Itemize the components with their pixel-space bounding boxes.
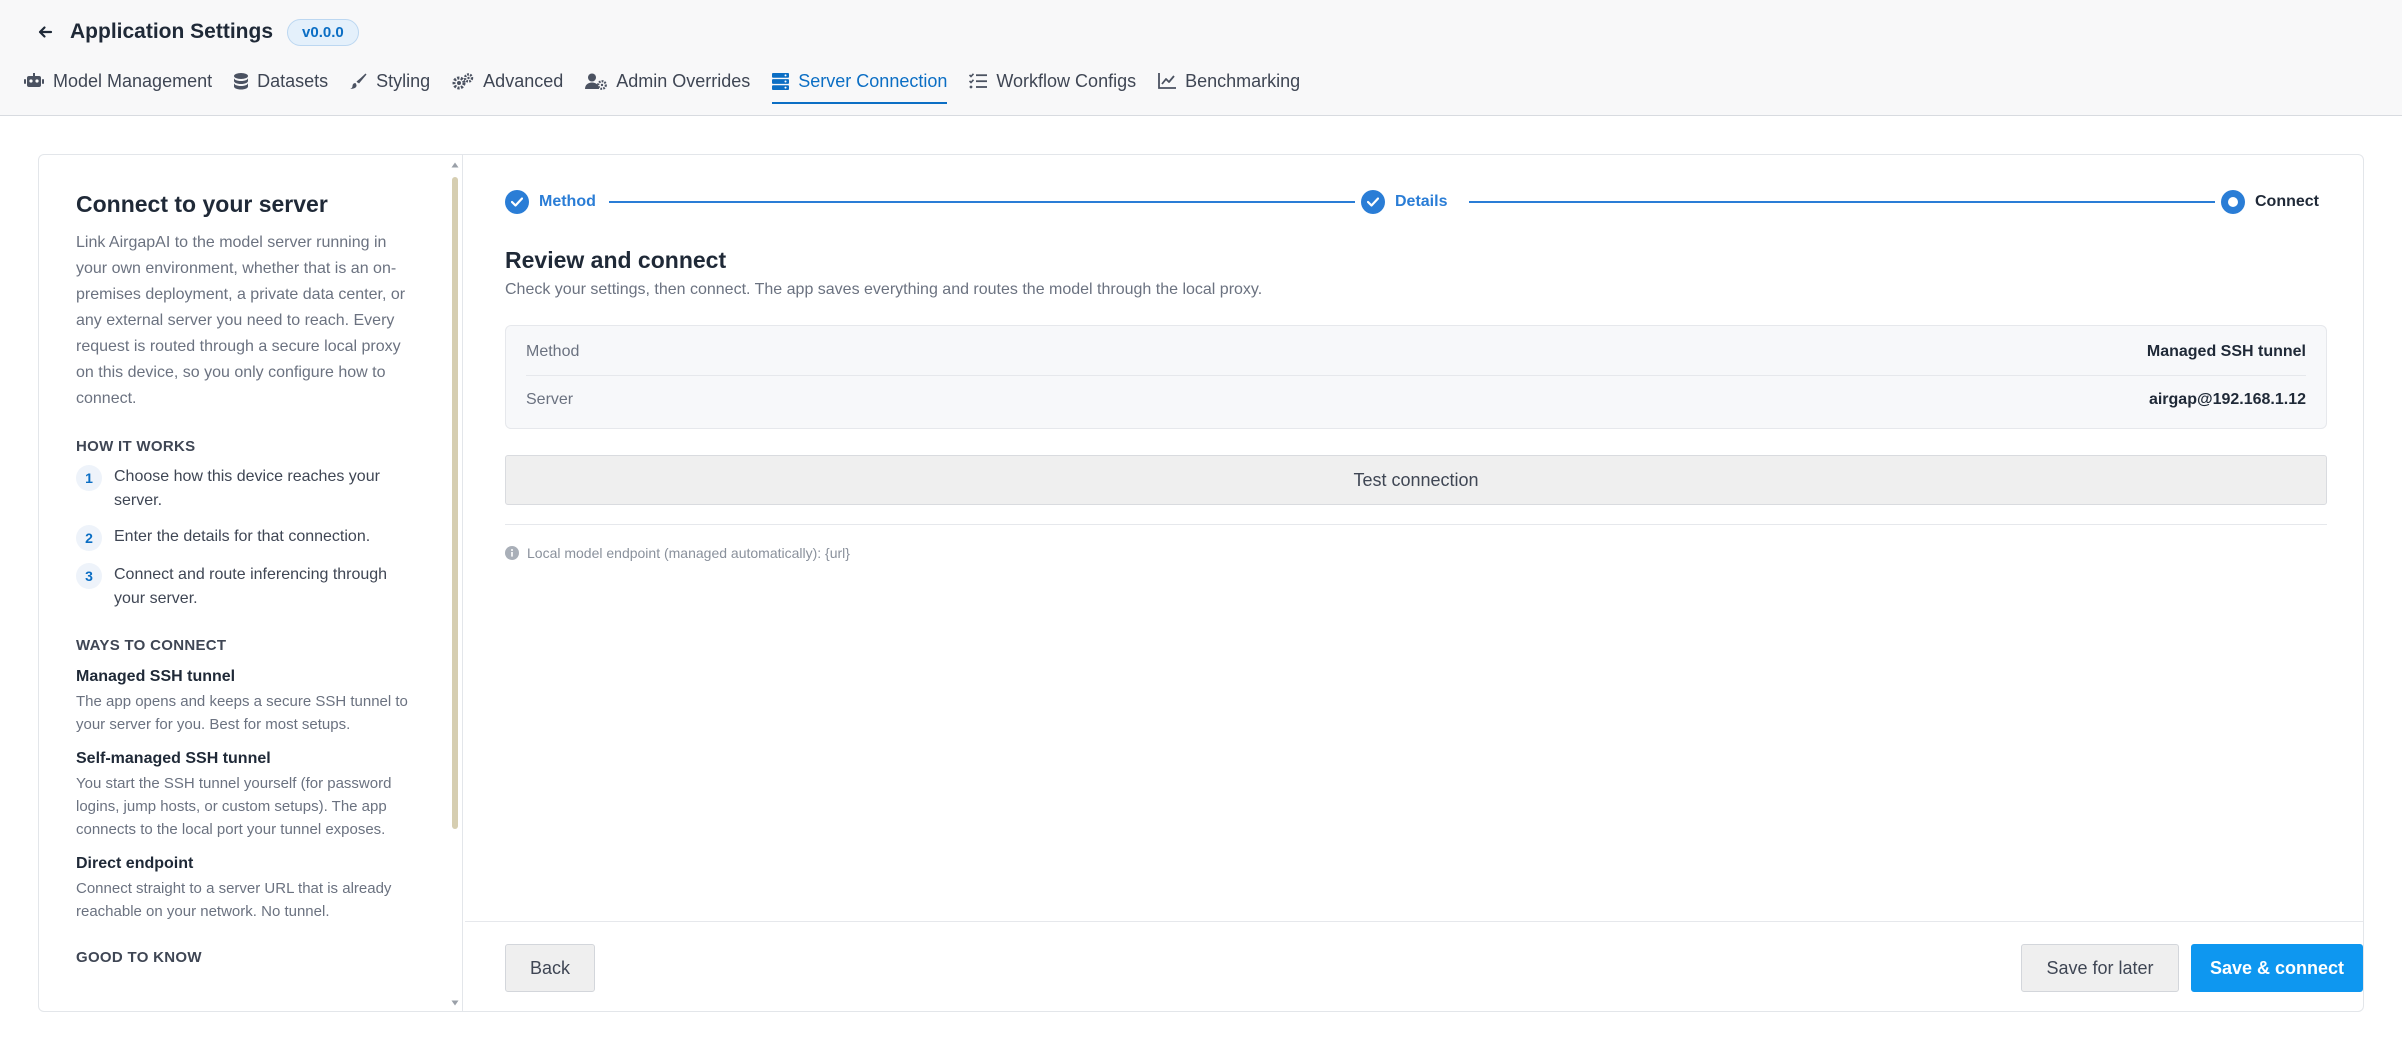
tab-benchmarking[interactable]: Benchmarking bbox=[1158, 64, 1300, 98]
current-step-dot-icon bbox=[2221, 190, 2245, 214]
check-circle-icon bbox=[505, 190, 529, 214]
way-title: Self-managed SSH tunnel bbox=[76, 750, 271, 767]
way-title: Direct endpoint bbox=[76, 855, 194, 872]
database-icon bbox=[234, 72, 249, 89]
server-connection-card: Connect to your server Link AirgapAI to … bbox=[38, 154, 2364, 1012]
help-sidebar[interactable]: Connect to your server Link AirgapAI to … bbox=[39, 155, 463, 1011]
tab-server-connection[interactable]: Server Connection bbox=[772, 64, 948, 104]
table-row: Method Managed SSH tunnel bbox=[526, 328, 2306, 376]
way-title: Managed SSH tunnel bbox=[76, 668, 236, 685]
step-label: Connect bbox=[2255, 193, 2319, 210]
server-icon bbox=[772, 72, 790, 90]
scroll-down-arrow-icon[interactable] bbox=[451, 999, 459, 1007]
user-gear-icon bbox=[585, 73, 608, 90]
step-connect: Connect bbox=[2221, 189, 2319, 215]
test-connection-button[interactable]: Test connection bbox=[505, 455, 2327, 505]
tab-workflow-configs[interactable]: Workflow Configs bbox=[969, 64, 1136, 98]
step-method[interactable]: Method bbox=[505, 189, 596, 215]
way-description: The app opens and keeps a secure SSH tun… bbox=[76, 693, 408, 733]
connection-summary: Method Managed SSH tunnel Server airgap@… bbox=[505, 325, 2327, 429]
back-arrow-icon[interactable] bbox=[30, 17, 60, 47]
brush-icon bbox=[350, 73, 367, 89]
stepper-connector bbox=[1469, 201, 2215, 203]
app-header: Application Settings v0.0.0 Model Manage… bbox=[0, 0, 2402, 116]
info-icon bbox=[505, 546, 519, 560]
way-direct-endpoint: Direct endpoint Connect straight to a se… bbox=[76, 855, 416, 923]
version-badge: v0.0.0 bbox=[287, 18, 359, 46]
save-for-later-button[interactable]: Save for later bbox=[2021, 944, 2179, 992]
robot-icon bbox=[24, 73, 44, 87]
sidebar-scrollbar[interactable] bbox=[451, 161, 459, 1007]
list-item: 1 Choose how this device reaches your se… bbox=[76, 465, 416, 513]
stepper-connector bbox=[609, 201, 1355, 203]
step-label: Method bbox=[539, 193, 596, 210]
step-number: 3 bbox=[76, 563, 102, 589]
way-description: Connect straight to a server URL that is… bbox=[76, 880, 392, 920]
step-number: 1 bbox=[76, 465, 102, 491]
divider bbox=[505, 524, 2327, 525]
step-text: Connect and route inferencing through yo… bbox=[114, 566, 388, 607]
tab-advanced[interactable]: Advanced bbox=[452, 64, 563, 98]
tab-admin-overrides[interactable]: Admin Overrides bbox=[585, 64, 750, 98]
title-row: Application Settings v0.0.0 bbox=[30, 14, 359, 50]
endpoint-note: Local model endpoint (managed automatica… bbox=[505, 545, 850, 561]
list-item: 2 Enter the details for that connection. bbox=[76, 525, 416, 551]
summary-value: Managed SSH tunnel bbox=[2146, 342, 2306, 360]
step-text: Enter the details for that connection. bbox=[114, 528, 371, 545]
section-title: Review and connect bbox=[505, 247, 727, 273]
tab-model-management[interactable]: Model Management bbox=[24, 64, 212, 98]
tab-datasets[interactable]: Datasets bbox=[234, 64, 328, 98]
summary-value: airgap@192.168.1.12 bbox=[2148, 391, 2306, 408]
sidebar-title: Connect to your server bbox=[76, 191, 328, 217]
list-item: 3 Connect and route inferencing through … bbox=[76, 563, 416, 611]
step-label: Details bbox=[1395, 193, 1448, 210]
section-subtitle: Check your settings, then connect. The a… bbox=[505, 281, 1263, 298]
endpoint-note-text: Local model endpoint (managed automatica… bbox=[527, 545, 850, 561]
chart-line-icon bbox=[1158, 73, 1177, 89]
step-number: 2 bbox=[76, 525, 102, 551]
wizard-panel: Method Details Connect Review and connec… bbox=[465, 155, 2363, 1011]
wizard-stepper: Method Details Connect bbox=[505, 189, 2325, 215]
sidebar-intro: Link AirgapAI to the model server runnin… bbox=[76, 234, 406, 407]
save-and-connect-button[interactable]: Save & connect bbox=[2191, 944, 2363, 992]
ways-to-connect-heading: WAYS TO CONNECT bbox=[76, 637, 227, 654]
step-text: Choose how this device reaches your serv… bbox=[114, 468, 380, 509]
list-check-icon bbox=[969, 73, 988, 89]
step-details[interactable]: Details bbox=[1361, 189, 1447, 215]
scroll-thumb[interactable] bbox=[452, 177, 458, 829]
way-description: You start the SSH tunnel yourself (for p… bbox=[76, 775, 392, 838]
help-sidebar-content: Connect to your server Link AirgapAI to … bbox=[76, 191, 416, 966]
summary-label: Method bbox=[526, 342, 580, 360]
how-it-works-heading: HOW IT WORKS bbox=[76, 438, 196, 455]
wizard-footer: Back Save for later Save & connect bbox=[465, 921, 2363, 1011]
how-it-works-list: 1 Choose how this device reaches your se… bbox=[76, 465, 416, 611]
settings-tabs: Model Management Datasets Styling Advanc… bbox=[24, 64, 1322, 106]
page-title: Application Settings bbox=[70, 20, 274, 43]
way-self-managed-ssh: Self-managed SSH tunnel You start the SS… bbox=[76, 750, 416, 841]
table-row: Server airgap@192.168.1.12 bbox=[526, 376, 2306, 424]
back-button[interactable]: Back bbox=[505, 944, 595, 992]
tab-styling[interactable]: Styling bbox=[350, 64, 430, 98]
way-managed-ssh: Managed SSH tunnel The app opens and kee… bbox=[76, 668, 416, 736]
gears-icon bbox=[452, 72, 474, 89]
good-to-know-heading: GOOD TO KNOW bbox=[76, 949, 202, 966]
check-circle-icon bbox=[1361, 190, 1385, 214]
scroll-up-arrow-icon[interactable] bbox=[451, 161, 459, 169]
summary-label: Server bbox=[526, 391, 574, 408]
